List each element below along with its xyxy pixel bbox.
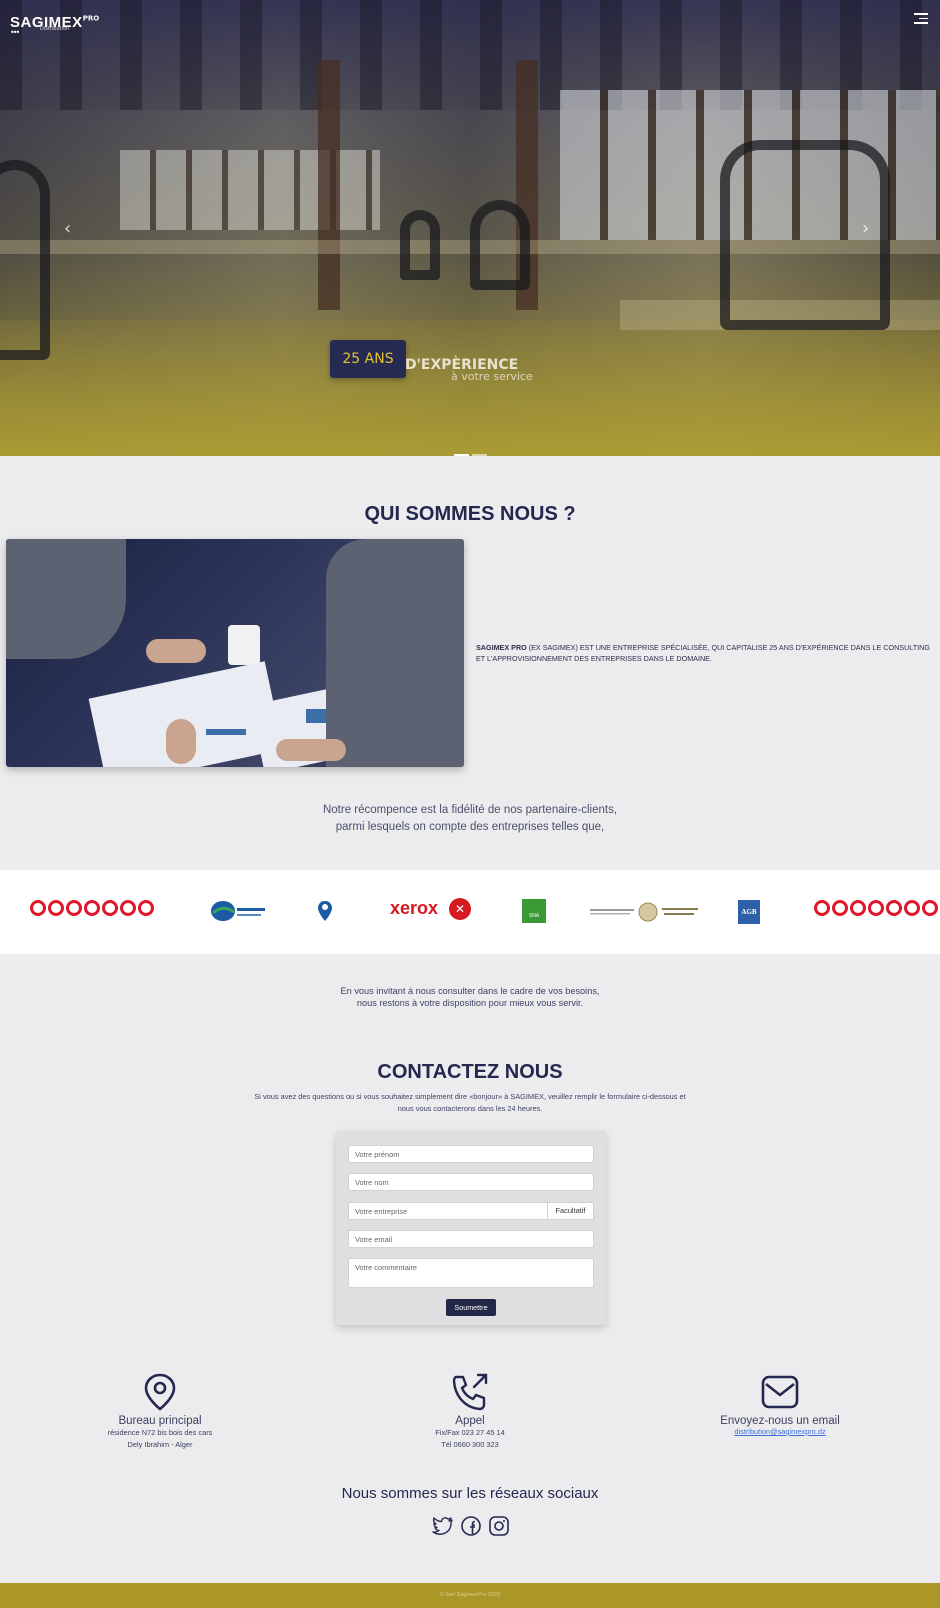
hero-chair <box>400 210 440 280</box>
about-company: SAGIMEX PRO <box>476 643 527 652</box>
hero-windows-left <box>120 150 380 230</box>
hero-pillar <box>318 60 340 310</box>
logo-dots-icon: ••• <box>10 28 20 37</box>
email-input[interactable] <box>348 1230 594 1248</box>
email-title: Envoyez-nous un email <box>720 1415 840 1427</box>
contact-subtitle: Si vous avez des questions ou si vous so… <box>0 1091 940 1114</box>
sna-logo: SNA <box>522 899 546 923</box>
social-links <box>432 1515 512 1537</box>
about-description: (ex SAGIMEX) EST UNE ENTREPRISE SPÉCIALI… <box>476 643 930 663</box>
invite-line: nous restons à votre disposition pour mi… <box>356 998 584 1008</box>
lastname-input[interactable] <box>348 1173 594 1191</box>
hero-slider: SAGIMEXPRO Distribution ••• ‹ › 25 ANS D… <box>0 0 940 456</box>
contact-form: Facultatif Soumettre <box>336 1131 606 1325</box>
call-fax: Fix/Fax 023 27 45 14 <box>435 1428 505 1437</box>
social-title: Nous sommes sur les réseaux sociaux <box>341 1485 599 1502</box>
invite-text: En vous invitant à nous consulter dans l… <box>0 985 940 1009</box>
reward-line: parmi lesquels on compte des entreprises… <box>335 821 605 833</box>
meeting-hand <box>166 719 196 764</box>
company-optional-addon: Facultatif <box>548 1202 594 1220</box>
logo-suffix: PRO <box>82 14 100 23</box>
hero-chair <box>0 160 50 360</box>
hero-subline: à votre service <box>451 370 533 383</box>
footer-copyright: © Sarl SagimexPro 2023 <box>439 1592 501 1598</box>
xerox-sphere-icon: ✕ <box>449 898 471 920</box>
invite-line: En vous invitant à nous consulter dans l… <box>340 986 600 996</box>
hero-chair <box>470 200 530 290</box>
contact-title: CONTACTEZ NOUS <box>377 1061 563 1083</box>
ooredoo-logo <box>814 900 940 922</box>
slider-indicators <box>454 441 490 456</box>
meeting-chart <box>206 729 246 735</box>
submit-button[interactable]: Soumettre <box>446 1299 496 1316</box>
meeting-sleeve <box>326 539 464 767</box>
slider-dot[interactable] <box>454 454 469 456</box>
agb-logo: AGB <box>738 900 760 924</box>
footer: © Sarl SagimexPro 2023 <box>0 1583 940 1608</box>
comment-textarea[interactable] <box>348 1258 594 1288</box>
about-title: QUI SOMMES NOUS ? <box>364 503 576 525</box>
phone-outgoing-icon <box>452 1373 488 1411</box>
location-pin-icon <box>144 1373 176 1411</box>
twitter-icon[interactable] <box>432 1515 454 1537</box>
facebook-icon[interactable] <box>460 1515 482 1537</box>
ministry-logo <box>590 902 698 922</box>
logo-subtitle: Distribution <box>40 26 70 32</box>
experience-badge: 25 ANS <box>330 340 406 378</box>
company-input[interactable] <box>348 1202 548 1220</box>
call-info: Appel Fix/Fax 023 27 45 14 Tél 0660 300 … <box>350 1373 590 1451</box>
email-link[interactable]: distribution@sagimexpro.dz <box>660 1427 900 1436</box>
office-title: Bureau principal <box>118 1415 202 1427</box>
slider-dot[interactable] <box>472 454 487 456</box>
email-info: Envoyez-nous un email distribution@sagim… <box>660 1373 900 1436</box>
xerox-logo: xerox <box>390 898 439 918</box>
office-info: Bureau principal résidence N72 bis bois … <box>40 1373 280 1451</box>
instagram-icon[interactable] <box>488 1515 510 1537</box>
meeting-mug <box>228 625 260 665</box>
firstname-input[interactable] <box>348 1145 594 1163</box>
about-text: SAGIMEX PRO (ex SAGIMEX) EST UNE ENTREPR… <box>476 642 936 664</box>
algerie-poste-logo <box>211 901 265 921</box>
ooredoo-logo <box>30 900 154 922</box>
call-title: Appel <box>455 1415 485 1427</box>
office-city: Dely Ibrahim - Alger <box>127 1440 193 1449</box>
company-field-group: Facultatif <box>348 1202 594 1220</box>
envelope-icon <box>761 1375 799 1409</box>
meeting-hand <box>146 639 206 663</box>
meeting-hand <box>276 739 346 761</box>
meeting-sleeve <box>6 539 126 659</box>
reward-text: Notre récompence est la fidélité de nos … <box>0 802 940 836</box>
reward-line: Notre récompence est la fidélité de nos … <box>322 804 618 816</box>
call-phone: Tél 0660 300 323 <box>441 1440 499 1449</box>
contact-subtitle-line: nous vous contacterons dans les 24 heure… <box>397 1103 543 1113</box>
hamburger-icon[interactable] <box>914 13 928 25</box>
chevron-right-icon[interactable]: › <box>862 218 876 239</box>
location-brand-logo <box>318 901 332 921</box>
meeting-image <box>6 539 464 767</box>
site-logo[interactable]: SAGIMEXPRO Distribution ••• <box>10 12 100 37</box>
hero-floor <box>0 320 940 456</box>
chevron-left-icon[interactable]: ‹ <box>64 218 78 239</box>
contact-subtitle-line: Si vous avez des questions ou si vous so… <box>254 1092 686 1101</box>
office-address: résidence N72 bis bois des cars <box>107 1428 213 1437</box>
